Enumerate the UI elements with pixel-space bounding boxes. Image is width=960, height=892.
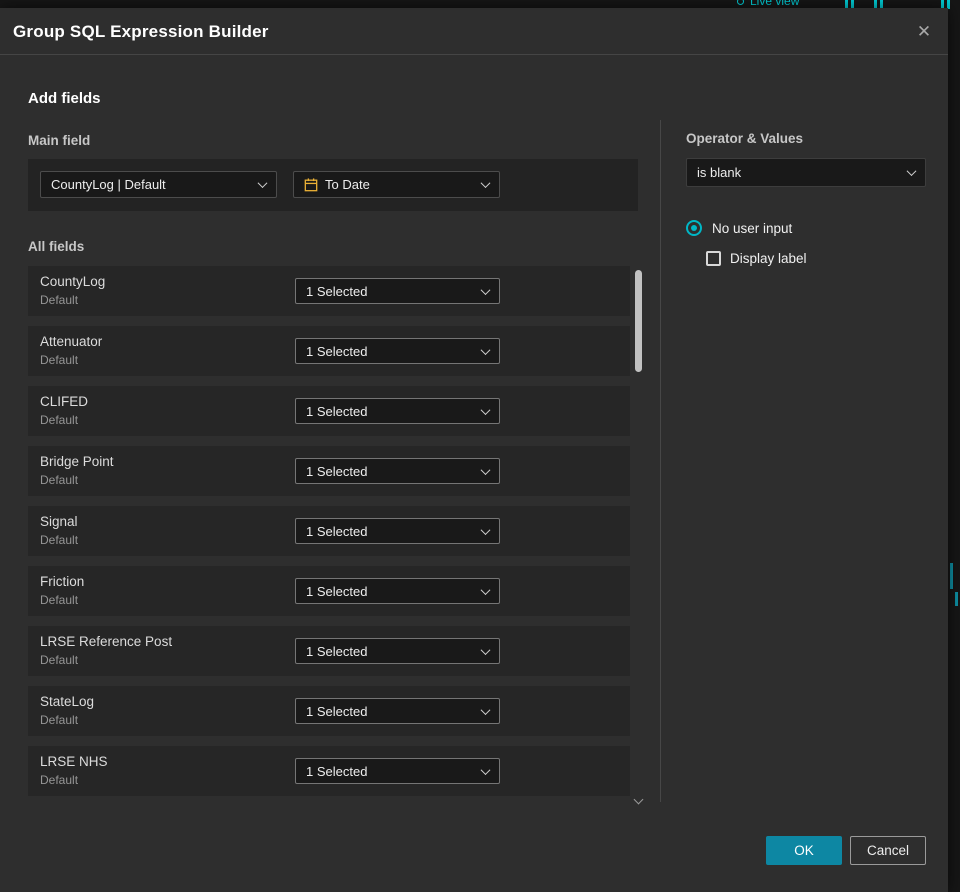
- chevron-down-icon: [480, 344, 491, 355]
- field-row: CLIFED Default 1 Selected: [28, 386, 630, 436]
- field-selected-value: 1 Selected: [306, 523, 368, 539]
- field-row: LRSE NHS Default 1 Selected: [28, 746, 630, 796]
- dialog-title: Group SQL Expression Builder: [13, 22, 269, 41]
- chevron-down-icon: [480, 404, 491, 415]
- no-user-input-label: No user input: [712, 220, 793, 236]
- field-row: Signal Default 1 Selected: [28, 506, 630, 556]
- chevron-down-icon: [906, 166, 917, 177]
- field-selected-dropdown[interactable]: 1 Selected: [295, 398, 500, 424]
- operator-values-label: Operator & Values: [686, 131, 804, 146]
- field-selected-dropdown[interactable]: 1 Selected: [295, 638, 500, 664]
- date-mode-select-value: To Date: [325, 177, 370, 192]
- scroll-down-icon[interactable]: [633, 794, 644, 805]
- field-selected-value: 1 Selected: [306, 403, 368, 419]
- chevron-down-icon: [480, 584, 491, 595]
- field-selected-dropdown[interactable]: 1 Selected: [295, 578, 500, 604]
- chevron-down-icon: [480, 524, 491, 535]
- field-name: CLIFED: [40, 394, 89, 409]
- dialog-header: Group SQL Expression Builder ✕: [0, 8, 948, 55]
- chevron-down-icon: [480, 178, 491, 189]
- field-subtitle: Default: [40, 593, 79, 607]
- field-name: LRSE Reference Post: [40, 634, 173, 649]
- field-subtitle: Default: [40, 293, 79, 307]
- field-selected-value: 1 Selected: [306, 463, 368, 479]
- field-subtitle: Default: [40, 473, 79, 487]
- field-subtitle: Default: [40, 713, 79, 727]
- chevron-down-icon: [480, 644, 491, 655]
- chevron-down-icon: [480, 464, 491, 475]
- field-subtitle: Default: [40, 653, 79, 667]
- field-selected-dropdown[interactable]: 1 Selected: [295, 758, 500, 784]
- field-name: Attenuator: [40, 334, 103, 349]
- field-selected-value: 1 Selected: [306, 703, 368, 719]
- column-divider: [660, 120, 661, 802]
- field-name: StateLog: [40, 694, 95, 709]
- background-accent: [955, 592, 958, 606]
- field-selected-value: 1 Selected: [306, 283, 368, 299]
- main-field-panel: CountyLog | Default To Date: [28, 159, 638, 211]
- display-label-checkbox[interactable]: Display label: [706, 251, 807, 266]
- field-row: Attenuator Default 1 Selected: [28, 326, 630, 376]
- field-name: LRSE NHS: [40, 754, 108, 769]
- background-accent: [950, 563, 953, 589]
- section-title: Add fields: [28, 90, 101, 107]
- scrollbar[interactable]: [634, 266, 643, 790]
- chevron-down-icon: [257, 178, 268, 189]
- live-view-icon: [737, 0, 744, 5]
- cancel-button[interactable]: Cancel: [850, 836, 926, 865]
- chevron-down-icon: [480, 284, 491, 295]
- field-row: LRSE Reference Post Default 1 Selected: [28, 626, 630, 676]
- main-field-select[interactable]: CountyLog | Default: [40, 171, 277, 198]
- field-selected-value: 1 Selected: [306, 763, 368, 779]
- field-row: Bridge Point Default 1 Selected: [28, 446, 630, 496]
- field-name: Bridge Point: [40, 454, 114, 469]
- field-row: CountyLog Default 1 Selected: [28, 266, 630, 316]
- field-subtitle: Default: [40, 773, 79, 787]
- calendar-icon: [304, 177, 318, 192]
- no-user-input-radio[interactable]: No user input: [686, 220, 792, 236]
- date-mode-select[interactable]: To Date: [293, 171, 500, 198]
- live-view-toggle[interactable]: Live view: [737, 0, 799, 8]
- ok-button[interactable]: OK: [766, 836, 842, 865]
- field-subtitle: Default: [40, 533, 79, 547]
- field-selected-dropdown[interactable]: 1 Selected: [295, 698, 500, 724]
- chevron-down-icon: [480, 704, 491, 715]
- field-selected-dropdown[interactable]: 1 Selected: [295, 338, 500, 364]
- all-fields-label: All fields: [28, 239, 85, 254]
- radio-selected-icon: [686, 220, 702, 236]
- live-view-label: Live view: [750, 0, 800, 8]
- close-icon[interactable]: ✕: [912, 20, 936, 44]
- operator-select-value: is blank: [697, 165, 742, 180]
- chevron-down-icon: [480, 764, 491, 775]
- field-selected-value: 1 Selected: [306, 343, 368, 359]
- main-field-label: Main field: [28, 133, 91, 148]
- field-subtitle: Default: [40, 413, 79, 427]
- display-label-text: Display label: [730, 251, 807, 266]
- field-selected-dropdown[interactable]: 1 Selected: [295, 458, 500, 484]
- field-selected-dropdown[interactable]: 1 Selected: [295, 278, 500, 304]
- checkbox-unchecked-icon: [706, 251, 721, 266]
- field-selected-value: 1 Selected: [306, 583, 368, 599]
- main-field-select-value: CountyLog | Default: [51, 177, 166, 192]
- all-fields-list: CountyLog Default 1 Selected Attenuator …: [28, 266, 630, 806]
- field-selected-dropdown[interactable]: 1 Selected: [295, 518, 500, 544]
- operator-select[interactable]: is blank: [686, 158, 926, 187]
- field-subtitle: Default: [40, 353, 79, 367]
- field-selected-value: 1 Selected: [306, 643, 368, 659]
- field-row: StateLog Default 1 Selected: [28, 686, 630, 736]
- field-row: Friction Default 1 Selected: [28, 566, 630, 616]
- group-sql-expression-builder-dialog: Group SQL Expression Builder ✕ Add field…: [0, 8, 948, 892]
- field-name: Signal: [40, 514, 78, 529]
- field-name: Friction: [40, 574, 85, 589]
- scrollbar-thumb[interactable]: [635, 270, 642, 372]
- field-name: CountyLog: [40, 274, 106, 289]
